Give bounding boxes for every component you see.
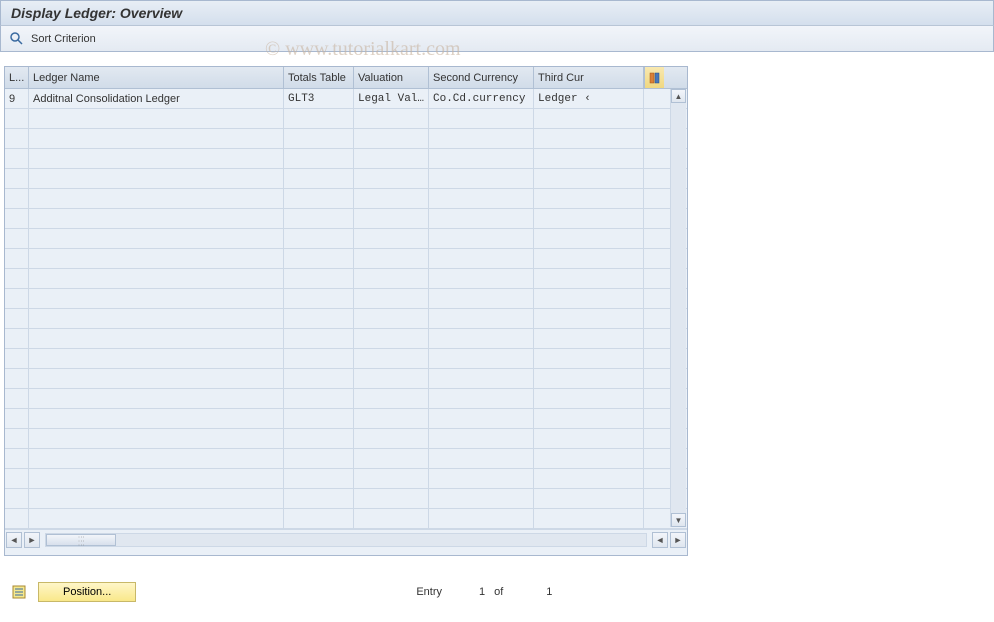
table-row[interactable] — [5, 369, 687, 389]
entry-total: 1 — [512, 586, 552, 598]
table-row[interactable] — [5, 269, 687, 289]
col-header-third[interactable]: Third Cur — [534, 67, 644, 88]
scroll-right-icon[interactable]: ► — [24, 532, 40, 548]
table-row[interactable] — [5, 129, 687, 149]
table-header: L... Ledger Name Totals Table Valuation … — [5, 67, 687, 89]
table-row[interactable] — [5, 449, 687, 469]
table-row[interactable] — [5, 189, 687, 209]
cell-totals: GLT3 — [284, 89, 354, 108]
table-row[interactable] — [5, 149, 687, 169]
table-row[interactable] — [5, 109, 687, 129]
table-row[interactable] — [5, 409, 687, 429]
table-row[interactable] — [5, 289, 687, 309]
entry-label: Entry — [416, 586, 442, 598]
ledger-table: L... Ledger Name Totals Table Valuation … — [4, 66, 688, 556]
table-row[interactable] — [5, 309, 687, 329]
vertical-scrollbar[interactable]: ▲ ▼ — [670, 89, 686, 527]
table-row[interactable] — [5, 209, 687, 229]
cell-name: Additnal Consolidation Ledger — [29, 89, 284, 108]
scroll-down-icon[interactable]: ▼ — [671, 513, 686, 527]
cell-third: Ledger ‹ — [534, 89, 644, 108]
title-bar: Display Ledger: Overview — [0, 0, 994, 26]
table-row[interactable] — [5, 429, 687, 449]
col-header-name[interactable]: Ledger Name — [29, 67, 284, 88]
position-icon[interactable] — [10, 583, 28, 601]
entry-of: of — [494, 586, 503, 598]
table-row[interactable]: 9 Additnal Consolidation Ledger GLT3 Leg… — [5, 89, 687, 109]
hscroll-thumb[interactable] — [46, 534, 116, 546]
hscroll-track[interactable] — [45, 533, 647, 547]
scroll-right2-icon[interactable]: ► — [670, 532, 686, 548]
col-header-l[interactable]: L... — [5, 67, 29, 88]
scroll-left2-icon[interactable]: ◄ — [652, 532, 668, 548]
scroll-up-icon[interactable]: ▲ — [671, 89, 686, 103]
table-row[interactable] — [5, 249, 687, 269]
horizontal-scrollbar: ◄ ► ◄ ► — [5, 529, 687, 549]
col-header-valuation[interactable]: Valuation — [354, 67, 429, 88]
table-row[interactable] — [5, 329, 687, 349]
table-row[interactable] — [5, 229, 687, 249]
col-header-totals[interactable]: Totals Table — [284, 67, 354, 88]
page-title: Display Ledger: Overview — [11, 5, 182, 21]
cell-valuation: Legal Val… — [354, 89, 429, 108]
position-button-label: Position... — [63, 586, 111, 598]
toolbar: Sort Criterion — [0, 26, 994, 52]
position-button[interactable]: Position... — [38, 582, 136, 602]
scroll-left-icon[interactable]: ◄ — [6, 532, 22, 548]
table-row[interactable] — [5, 169, 687, 189]
sort-criterion-label[interactable]: Sort Criterion — [31, 33, 96, 45]
sort-icon[interactable] — [9, 31, 25, 47]
table-row[interactable] — [5, 509, 687, 529]
table-row[interactable] — [5, 389, 687, 409]
table-body: 9 Additnal Consolidation Ledger GLT3 Leg… — [5, 89, 687, 529]
cell-l: 9 — [5, 89, 29, 108]
table-config-icon[interactable] — [644, 67, 664, 88]
table-row[interactable] — [5, 489, 687, 509]
col-header-second[interactable]: Second Currency — [429, 67, 534, 88]
table-row[interactable] — [5, 469, 687, 489]
cell-second: Co.Cd.currency — [429, 89, 534, 108]
entry-current: 1 — [445, 586, 485, 598]
table-row[interactable] — [5, 349, 687, 369]
footer: Position... Entry 1 of 1 — [0, 582, 994, 602]
entry-indicator: Entry 1 of 1 — [416, 586, 552, 598]
cell-spacer — [644, 89, 664, 108]
